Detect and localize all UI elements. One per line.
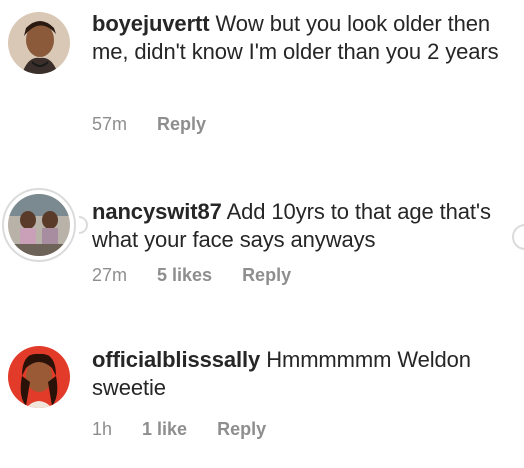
avatar-officialblisssally[interactable] (8, 346, 70, 408)
likes-count[interactable]: 1 like (142, 419, 187, 440)
reply-button[interactable]: Reply (157, 114, 206, 135)
comment-meta-2: 27m 5 likes Reply (92, 265, 291, 286)
comment-text-2: nancyswit87 Add 10yrs to that age that's… (92, 198, 504, 254)
comment-username[interactable]: nancyswit87 (92, 199, 222, 224)
comment-time: 1h (92, 419, 113, 439)
story-ring-edge (512, 224, 524, 250)
comment-username[interactable]: boyejuvertt (92, 11, 210, 36)
comment-time: 27m (92, 265, 128, 285)
comment-username[interactable]: officialblisssally (92, 347, 260, 372)
reply-button[interactable]: Reply (242, 265, 291, 286)
comment-text-1: boyejuvertt Wow but you look older then … (92, 10, 504, 66)
comment-meta-3: 1h 1 like Reply (92, 419, 266, 440)
comment-time: 57m (92, 114, 128, 134)
comment-text-3: officialblisssally Hmmmmmm Weldon sweeti… (92, 346, 504, 402)
avatar-boyejuvertt[interactable] (8, 12, 70, 74)
comment-meta-1: 57m Reply (92, 114, 206, 135)
avatar-nancyswit87[interactable] (8, 194, 70, 256)
reply-button[interactable]: Reply (217, 419, 266, 440)
likes-count[interactable]: 5 likes (157, 265, 212, 286)
